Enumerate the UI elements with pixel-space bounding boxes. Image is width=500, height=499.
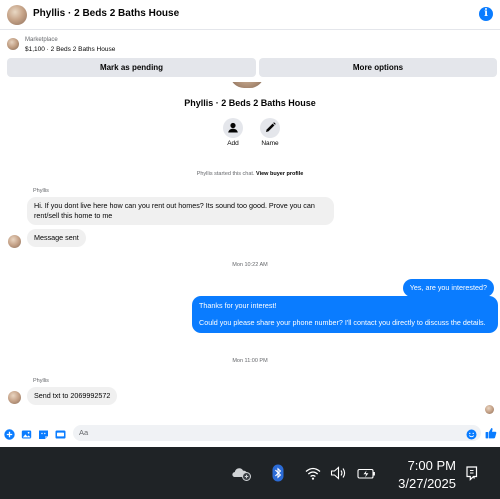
taskbar-clock[interactable]: 7:00 PM 3/27/2025 xyxy=(398,457,456,493)
battery-charging-icon[interactable] xyxy=(357,464,377,482)
view-buyer-profile-link[interactable]: View buyer profile xyxy=(256,171,303,177)
image-icon[interactable] xyxy=(21,427,32,439)
profile-name: Phyllis · 2 Beds 2 Baths House xyxy=(184,98,316,108)
name-label: Name xyxy=(261,140,279,147)
outgoing-message-line: Thanks for your interest! xyxy=(199,301,277,310)
outgoing-message[interactable]: Yes, are you interested? xyxy=(402,279,494,297)
add-action[interactable]: Add xyxy=(213,118,253,147)
clock-date: 3/27/2025 xyxy=(398,476,456,491)
sender-avatar[interactable] xyxy=(8,391,21,404)
listing-price-title[interactable]: $1,100 · 2 Beds 2 Baths House xyxy=(25,46,115,53)
sender-avatar[interactable] xyxy=(8,235,21,248)
message-input-placeholder: Aa xyxy=(79,428,89,437)
chat-started-notice: Phyllis started this chat. View buyer pr… xyxy=(0,171,500,177)
outgoing-message-line: Could you please share your phone number… xyxy=(199,318,486,327)
contact-avatar[interactable] xyxy=(7,5,27,25)
seen-indicator-avatar xyxy=(485,405,494,414)
timestamp: Mon 10:22 AM xyxy=(232,262,268,268)
gif-icon[interactable] xyxy=(55,427,66,439)
add-person-icon[interactable] xyxy=(223,118,243,138)
sticker-icon[interactable] xyxy=(38,427,49,439)
thumbs-up-icon[interactable] xyxy=(485,426,497,439)
message-input[interactable]: Aa xyxy=(73,425,481,441)
wifi-icon[interactable] xyxy=(305,464,321,482)
incoming-message[interactable]: Hi. If you dont live here how can you re… xyxy=(27,197,334,225)
profile-avatar xyxy=(230,82,264,88)
plus-circle-icon[interactable] xyxy=(4,427,15,440)
started-text: Phyllis started this chat. xyxy=(196,171,255,177)
onedrive-cloud-icon[interactable] xyxy=(232,464,252,482)
name-action[interactable]: Name xyxy=(250,118,290,147)
sender-name: Phyllis xyxy=(33,378,49,384)
add-label: Add xyxy=(227,140,239,147)
chat-header: Phyllis · 2 Beds 2 Baths House i xyxy=(0,0,500,30)
incoming-message[interactable]: Send txt to 2069992572 xyxy=(27,387,118,405)
mark-as-pending-button[interactable]: Mark as pending xyxy=(7,58,256,77)
sender-name: Phyllis xyxy=(33,188,49,194)
bluetooth-icon[interactable] xyxy=(272,464,284,482)
info-icon[interactable]: i xyxy=(479,7,493,21)
volume-icon[interactable] xyxy=(330,464,348,482)
windows-taskbar: 7:00 PM 3/27/2025 xyxy=(0,447,500,499)
more-options-button[interactable]: More options xyxy=(259,58,497,77)
incoming-message[interactable]: Message sent xyxy=(27,229,86,247)
chat-title[interactable]: Phyllis · 2 Beds 2 Baths House xyxy=(33,8,179,19)
outgoing-message[interactable]: Thanks for your interest! Could you plea… xyxy=(192,296,498,333)
timestamp: Mon 11:00 PM xyxy=(232,358,268,364)
notifications-icon[interactable] xyxy=(464,463,482,481)
conversation-area[interactable]: Phyllis · 2 Beds 2 Baths House Add Name … xyxy=(0,82,500,422)
emoji-icon[interactable] xyxy=(466,427,477,440)
clock-time: 7:00 PM xyxy=(407,458,456,473)
pencil-icon[interactable] xyxy=(260,118,280,138)
message-composer: Aa xyxy=(0,422,500,445)
listing-source: Marketplace xyxy=(25,37,58,43)
listing-thumbnail[interactable] xyxy=(7,38,19,50)
